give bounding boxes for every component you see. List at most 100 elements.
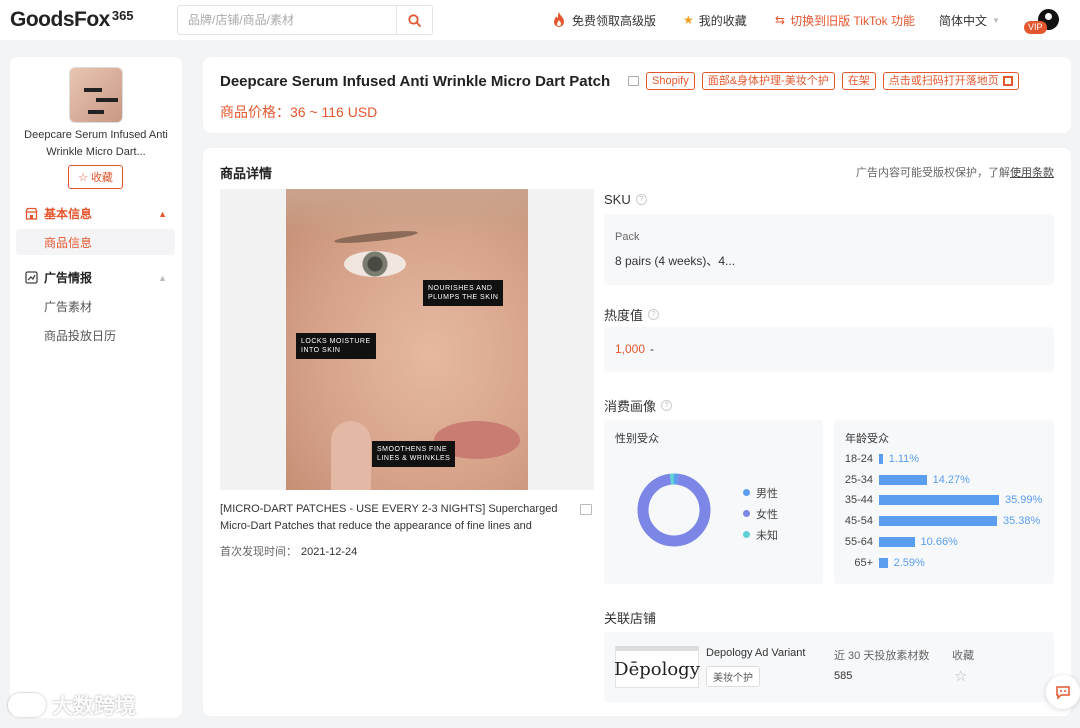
switch-old-version-link[interactable]: ⇆ 切换到旧版 TikTok 功能 <box>775 0 915 40</box>
search-box <box>177 5 433 35</box>
sku-value: 8 pairs (4 weeks)、4... <box>615 254 736 268</box>
age-bar-row: 25-34 14.27% <box>834 473 1054 487</box>
ad-media[interactable]: NOURISHES AND PLUMPS THE SKIN LOCKS MOIST… <box>220 189 594 490</box>
sidebar-item-ad-calendar[interactable]: 商品投放日历 <box>16 322 175 348</box>
image-callout: NOURISHES AND PLUMPS THE SKIN <box>423 280 504 306</box>
age-bar <box>879 495 999 506</box>
store-metric-value: 585 <box>834 670 853 682</box>
help-icon[interactable]: ? <box>661 400 673 411</box>
gender-title: 性别受众 <box>615 433 659 445</box>
age-bar-value: 10.66% <box>920 535 958 548</box>
related-store-label: 关联店铺 <box>604 611 657 626</box>
image-callout: LOCKS MOISTURE INTO SKIN <box>296 333 376 359</box>
product-detail-card: 商品详情 广告内容可能受版权保护，了解使用条款 NOURISHES AND PLU… <box>203 148 1071 716</box>
chat-button[interactable] <box>1046 675 1080 709</box>
legend-male: 男性 <box>743 482 778 503</box>
age-bar <box>879 557 888 568</box>
terms-link[interactable]: 使用条款 <box>1010 167 1054 179</box>
age-bar-value: 2.59% <box>893 556 925 569</box>
logo-suffix: 365 <box>111 8 134 23</box>
age-bar-label: 55-64 <box>844 535 873 548</box>
open-landing-page-tag[interactable]: 点击或扫码打开落地页 <box>882 72 1019 90</box>
gender-legend: 男性 女性 未知 <box>743 482 778 545</box>
related-store-card: Dēpology Depology Ad Variant 美妆个护 近 30 天… <box>604 632 1054 702</box>
language-select[interactable]: 简体中文 ▼ <box>939 0 1000 40</box>
age-bar-row: 45-54 35.38% <box>834 514 1054 528</box>
language-label: 简体中文 <box>939 13 988 28</box>
watermark: 大数跨境 <box>8 690 136 720</box>
help-icon[interactable]: ? <box>648 309 660 320</box>
age-bar-row: 65+ 2.59% <box>834 556 1054 570</box>
free-premium-link[interactable]: 免费领取高级版 <box>551 0 656 40</box>
first-found: 首次发现时间： 2021-12-24 <box>220 543 357 559</box>
product-price: 商品价格：36 ~ 116 USD <box>220 102 377 122</box>
notice-text: 广告内容可能受版权保护，了解 <box>856 167 1010 179</box>
age-bar-value: 1.11% <box>888 453 920 465</box>
age-bar-row: 18-24 1.11% <box>834 452 1054 466</box>
favorites-label: 我的收藏 <box>698 13 747 28</box>
image-icon[interactable] <box>580 504 592 515</box>
ad-caption: [MICRO-DART PATCHES - USE EVERY 2-3 NIGH… <box>220 503 558 532</box>
price-label: 商品价格： <box>220 104 290 120</box>
age-bar-label: 35-44 <box>844 494 873 507</box>
sidebar-section-basic-info[interactable]: 基本信息 ▲ <box>25 205 167 222</box>
chevron-up-icon: ▲ <box>158 272 167 283</box>
heat-box: 1,000- <box>604 327 1054 372</box>
chevron-down-icon: ▼ <box>992 15 1000 25</box>
status-tag: 在架 <box>841 72 876 90</box>
found-label: 首次发现时间： <box>220 546 297 558</box>
copyright-notice: 广告内容可能受版权保护，了解使用条款 <box>856 164 1054 180</box>
sku-box: Pack 8 pairs (4 weeks)、4... <box>604 214 1054 285</box>
search-input[interactable] <box>178 6 396 34</box>
chart-icon <box>25 271 38 284</box>
tag-label: Shopify <box>652 75 689 87</box>
gender-donut-chart <box>637 473 711 547</box>
star-icon: ★ <box>683 13 694 27</box>
sidebar-section-ad-intel[interactable]: 广告情报 ▲ <box>25 269 167 286</box>
age-bar <box>879 536 915 547</box>
tag-label: 在架 <box>847 75 870 87</box>
image-callout: SMOOTHENS FINE LINES & WRINKLES <box>372 441 456 467</box>
sidebar-item-product-info[interactable]: 商品信息 <box>16 229 175 255</box>
section-label: 基本信息 <box>44 207 93 221</box>
age-bar-label: 65+ <box>854 556 873 569</box>
favorite-button[interactable]: ☆ 收藏 <box>68 165 123 189</box>
platform-tag[interactable]: Shopify <box>646 72 695 90</box>
age-bar-label: 18-24 <box>844 453 873 465</box>
category-tag[interactable]: 面部&身体护理-美妆个护 <box>701 72 835 90</box>
heat-label: 热度值? <box>604 305 660 324</box>
age-bar <box>879 454 883 464</box>
heat-value: 1,000- <box>615 342 655 356</box>
star-outline-icon: ☆ <box>78 171 88 184</box>
product-image: NOURISHES AND PLUMPS THE SKIN LOCKS MOIST… <box>286 189 528 490</box>
product-thumbnail <box>69 67 123 123</box>
shop-icon <box>25 207 38 220</box>
chat-icon <box>1056 686 1070 700</box>
search-button[interactable] <box>396 6 432 34</box>
store-name[interactable]: Depology Ad Variant <box>706 647 805 659</box>
image-icon[interactable] <box>628 76 639 86</box>
store-category-tag: 美妆个护 <box>706 666 760 687</box>
help-icon[interactable]: ? <box>635 194 647 205</box>
qr-code-icon <box>1002 76 1013 86</box>
my-favorites-link[interactable]: ★ 我的收藏 <box>683 0 747 40</box>
age-bar-label: 45-54 <box>844 515 873 528</box>
donut-slice-女性 <box>637 473 711 547</box>
audience-label: 消费画像? <box>604 396 673 415</box>
age-bar-value: 35.38% <box>1002 515 1041 528</box>
top-bar: GoodsFox365 免费领取高级版 ★ 我的收藏 ⇆ 切换到旧版 TikTo… <box>0 0 1080 40</box>
found-date: 2021-12-24 <box>301 546 358 558</box>
sidebar-item-ad-creatives[interactable]: 广告素材 <box>16 293 175 319</box>
age-audience-panel: 年龄受众 18-24 1.11% 25-34 14.27% 35-44 35.99% 45-… <box>834 420 1054 584</box>
promo-label: 免费领取高级版 <box>572 13 657 28</box>
favorite-button-label: 收藏 <box>90 172 113 184</box>
swap-icon: ⇆ <box>775 13 786 27</box>
section-label: 广告情报 <box>44 271 93 285</box>
sidebar: Deepcare Serum Infused Anti Wrinkle Micr… <box>10 57 182 718</box>
tag-label: 面部&身体护理-美妆个护 <box>707 75 829 87</box>
store-logo[interactable]: Dēpology <box>614 646 700 688</box>
star-outline-icon[interactable]: ☆ <box>954 667 967 685</box>
goodsfox-logo[interactable]: GoodsFox 365 <box>10 8 134 32</box>
tag-list: Shopify 面部&身体护理-美妆个护 在架 点击或扫码打开落地页 <box>646 72 1026 90</box>
age-bar <box>879 474 927 485</box>
